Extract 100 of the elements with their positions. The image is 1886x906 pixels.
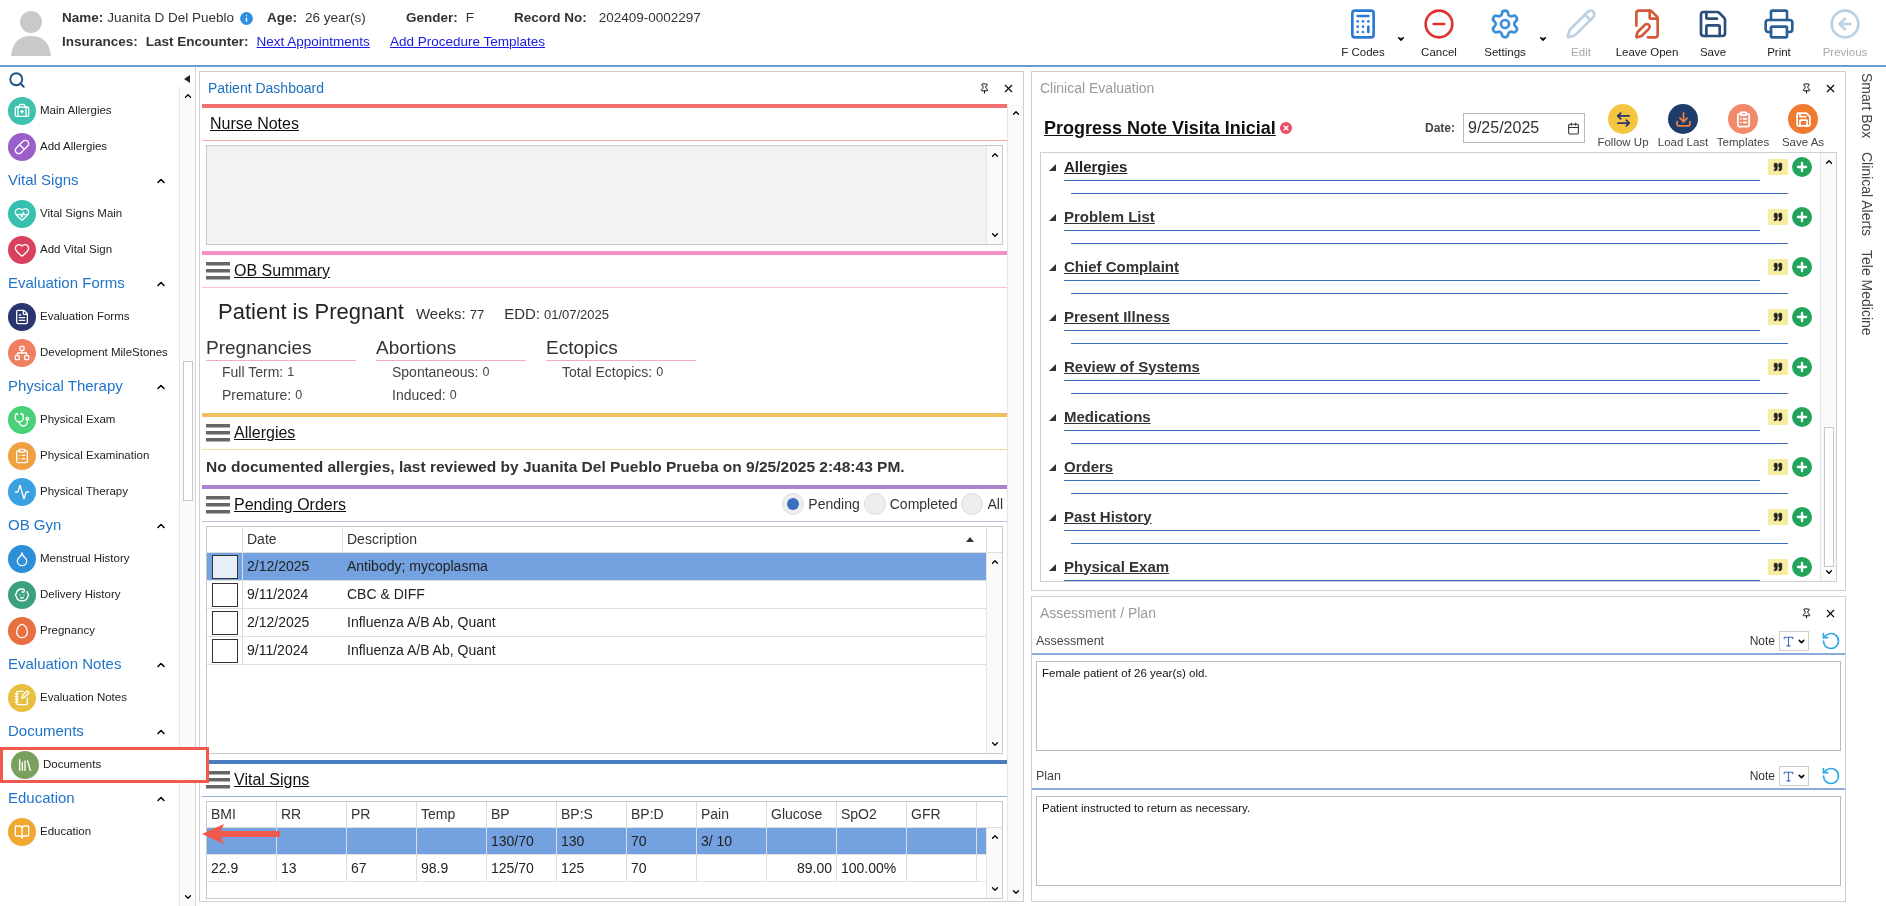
- filter-radio[interactable]: Completed: [863, 493, 958, 516]
- sidebar-section-title[interactable]: Documents: [8, 720, 84, 743]
- note-title[interactable]: Progress Note Visita Inicial: [1044, 114, 1276, 142]
- date-label: Date:: [1425, 120, 1455, 137]
- sidebar-section-title[interactable]: Vital Signs: [8, 169, 79, 192]
- order-row[interactable]: 9/11/2024 CBC & DIFF: [207, 581, 986, 610]
- table-cell-text: 125: [561, 858, 585, 878]
- toolbar-button[interactable]: Leave Open: [1614, 4, 1680, 64]
- column-header[interactable]: Date: [243, 527, 343, 553]
- order-row[interactable]: 9/11/2024 Influenza A/B Ab, Quant: [207, 637, 986, 666]
- toolbar-button[interactable]: Cancel: [1406, 4, 1472, 64]
- table-cell-text: 70: [631, 858, 647, 878]
- panel-title: Clinical Evaluation: [1040, 78, 1155, 98]
- order-row[interactable]: 2/12/2025 Influenza A/B Ab, Quant: [207, 609, 986, 638]
- column-header[interactable]: Description: [343, 527, 966, 553]
- table-cell-text: 9/11/2024: [246, 585, 310, 605]
- pregnancy-status: Patient is Pregnant: [218, 298, 404, 326]
- section-heading[interactable]: Vital Signs: [234, 768, 310, 793]
- stat-value: 0: [449, 387, 457, 405]
- sidebar-item[interactable]: Development MileStones: [0, 335, 179, 371]
- toolbar-button[interactable]: F Codes: [1330, 4, 1396, 64]
- sidebar-section-title[interactable]: Physical Therapy: [8, 375, 123, 398]
- section-title[interactable]: Review of Systems: [1064, 355, 1200, 378]
- panel-title: Assessment / Plan: [1040, 603, 1156, 623]
- column-header[interactable]: Pain: [697, 802, 767, 828]
- group-title: Abortions: [376, 336, 526, 361]
- weeks-label: Weeks:: [415, 303, 466, 324]
- allergy-summary: No documented allergies, last reviewed by Juanita Del Pueblo Prueba on 9/25/2025 2:48:43 PM.: [206, 457, 906, 477]
- sidebar-section-title[interactable]: Education: [8, 787, 75, 810]
- filter-radio[interactable]: Pending: [782, 493, 860, 516]
- sidebar-item[interactable]: Evaluation Notes: [0, 680, 179, 716]
- action-button[interactable]: Save As: [1773, 104, 1833, 152]
- table-cell-text: 3/ 10: [701, 831, 733, 851]
- toolbar-button[interactable]: Print: [1746, 4, 1812, 64]
- field-label: Plan: [1036, 767, 1062, 785]
- section-title[interactable]: Chief Complaint: [1064, 255, 1179, 278]
- section-title[interactable]: Problem List: [1064, 205, 1155, 228]
- section-title[interactable]: Allergies: [1064, 155, 1128, 178]
- toolbar-button[interactable]: Settings: [1472, 4, 1538, 64]
- sidebar-item[interactable]: Pregnancy: [0, 613, 179, 649]
- section-title[interactable]: Past History: [1064, 505, 1152, 528]
- section-heading[interactable]: Nurse Notes: [210, 112, 299, 136]
- action-button[interactable]: Templates: [1713, 104, 1773, 152]
- field-label: Gender:: [405, 8, 458, 27]
- stat-label: Premature:: [222, 386, 292, 405]
- side-tab[interactable]: Clinical Alerts: [1855, 152, 1877, 237]
- column-header[interactable]: PR: [347, 802, 417, 828]
- stat-label: Spontaneous:: [392, 363, 479, 382]
- section-heading[interactable]: OB Summary: [234, 259, 330, 283]
- note-field[interactable]: Patient instructed to return as necessary.: [1036, 796, 1841, 886]
- header-link[interactable]: Add Procedure Templates: [389, 31, 545, 53]
- header-link[interactable]: Next Appointments: [256, 31, 370, 53]
- sidebar-item[interactable]: Main Allergies: [0, 93, 179, 129]
- table-cell-text: 22.9: [211, 858, 239, 878]
- section-title[interactable]: Physical Exam: [1064, 555, 1170, 578]
- column-header[interactable]: BP:D: [627, 802, 697, 828]
- section-heading[interactable]: Pending Orders: [234, 493, 347, 518]
- sidebar-item[interactable]: Add Vital Sign: [0, 232, 179, 268]
- sidebar-item[interactable]: Physical Therapy: [0, 474, 179, 510]
- sidebar-item[interactable]: Delivery History: [0, 577, 179, 613]
- table-cell-text: 100.00%: [841, 858, 897, 878]
- section-title[interactable]: Present Illness: [1064, 305, 1170, 328]
- column-header[interactable]: BP:S: [557, 802, 627, 828]
- sidebar-section-title[interactable]: Evaluation Notes: [8, 653, 122, 676]
- section-title[interactable]: Medications: [1064, 405, 1151, 428]
- column-header[interactable]: RR: [277, 802, 347, 828]
- column-header[interactable]: GFR: [907, 802, 977, 828]
- action-button[interactable]: Follow Up: [1593, 104, 1653, 152]
- section-title[interactable]: Orders: [1064, 455, 1114, 478]
- sidebar-item[interactable]: Evaluation Forms: [0, 299, 179, 335]
- sidebar-item[interactable]: Physical Exam: [0, 402, 179, 438]
- sidebar-section-title[interactable]: Evaluation Forms: [8, 272, 125, 295]
- stat-value: 0: [656, 364, 664, 382]
- column-header[interactable]: Temp: [417, 802, 487, 828]
- vitals-row[interactable]: 130/70 130 70 3/ 10: [207, 828, 986, 856]
- date-field[interactable]: 9/25/2025: [1463, 113, 1585, 143]
- group-title: Pregnancies: [206, 336, 356, 361]
- toolbar-button[interactable]: Save: [1680, 4, 1746, 64]
- stat-value: 0: [295, 387, 303, 405]
- column-header[interactable]: SpO2: [837, 802, 907, 828]
- order-row[interactable]: 2/12/2025 Antibody; mycoplasma: [207, 553, 986, 582]
- sidebar-item[interactable]: Add Allergies: [0, 129, 179, 165]
- sidebar-item[interactable]: Documents: [0, 747, 209, 783]
- section-heading[interactable]: Allergies: [234, 421, 296, 445]
- field-label: Assessment: [1036, 632, 1105, 650]
- side-tab[interactable]: Smart Box: [1855, 73, 1877, 139]
- note-field[interactable]: Female patient of 26 year(s) old.: [1036, 661, 1841, 751]
- column-header[interactable]: BP: [487, 802, 557, 828]
- sidebar-section-title[interactable]: OB Gyn: [8, 514, 62, 537]
- sidebar-item[interactable]: Education: [0, 814, 179, 850]
- sidebar-item[interactable]: Vital Signs Main: [0, 196, 179, 232]
- vitals-row[interactable]: 22.9 13 67 98.9 125/70 125 70 89.00 100.00%: [207, 855, 986, 883]
- side-tab[interactable]: Tele Medicine: [1855, 250, 1877, 336]
- sidebar-item[interactable]: Physical Examination: [0, 438, 179, 474]
- table-cell-text: Influenza A/B Ab, Quant: [346, 613, 497, 633]
- sidebar-item[interactable]: Menstrual History: [0, 541, 179, 577]
- action-button[interactable]: Load Last: [1653, 104, 1713, 152]
- column-header[interactable]: Glucose: [767, 802, 837, 828]
- stat-value: 0: [482, 364, 490, 382]
- edd-label: EDD:: [504, 303, 540, 324]
